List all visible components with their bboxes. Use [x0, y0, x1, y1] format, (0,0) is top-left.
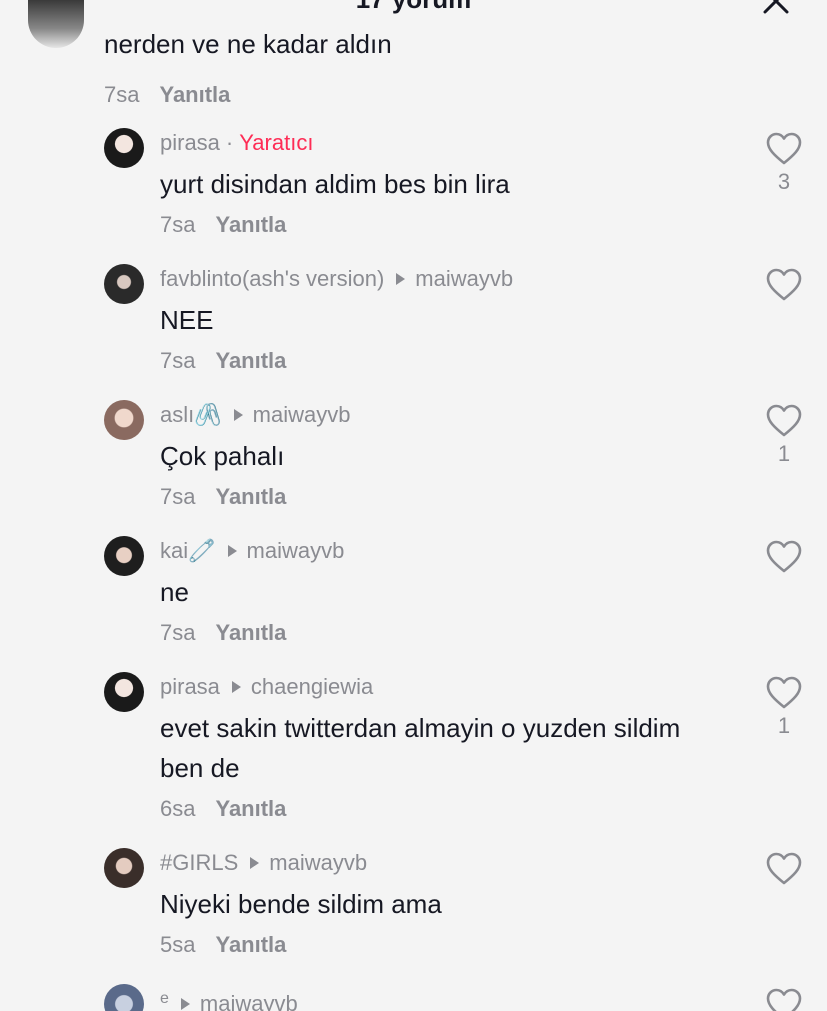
like-button[interactable]: [764, 268, 804, 304]
username-link[interactable]: #GIRLS: [160, 850, 238, 875]
username-link[interactable]: e: [160, 990, 169, 1007]
reply-to-username[interactable]: maiwayvb: [247, 538, 345, 563]
heart-icon: [766, 132, 802, 165]
reply-meta: 7sa Yanıtla: [160, 482, 720, 512]
reply-userline: kai🧷 maiwayvb: [160, 536, 720, 566]
username-link[interactable]: pirasa: [160, 674, 220, 699]
avatar[interactable]: [104, 536, 144, 576]
heart-icon: [766, 404, 802, 437]
username-link[interactable]: pirasa: [160, 130, 220, 155]
reply-userline: pirasa chaengiewia: [160, 672, 720, 702]
comments-panel: 17 yorum nerden ve ne kadar aldın 7sa Yan…: [0, 0, 827, 1011]
reply-userline: #GIRLS maiwayvb: [160, 848, 720, 878]
like-count: 1: [777, 713, 791, 738]
reply-to-username[interactable]: maiwayvb: [415, 266, 513, 291]
comment-time: 7sa: [160, 348, 196, 373]
avatar[interactable]: [104, 128, 144, 168]
reply-to-username[interactable]: maiwayvb: [253, 402, 351, 427]
comment-time: 7sa: [160, 620, 196, 645]
creator-badge: Yaratıcı: [239, 130, 314, 155]
comments-count-title: 17 yorum: [0, 0, 827, 15]
username-link[interactable]: favblinto(ash's version): [160, 266, 384, 291]
like-button[interactable]: 1: [764, 404, 804, 468]
reply-text: evet sakin twitterdan almayin o yuzden s…: [160, 713, 681, 783]
heart-icon: [766, 852, 802, 885]
reply-arrow-icon: [250, 857, 260, 869]
reply-button[interactable]: Yanıtla: [215, 212, 286, 237]
reply-text: ne: [160, 577, 189, 607]
reply-button[interactable]: Yanıtla: [159, 82, 230, 107]
separator-dot: ·: [225, 130, 234, 155]
like-button[interactable]: 3: [764, 132, 804, 196]
reply-meta: 7sa Yanıtla: [160, 618, 720, 648]
reply-text: NEE: [160, 305, 214, 335]
reply-to-username[interactable]: maiwayvb: [269, 850, 367, 875]
reply-userline: e maiwayvb: [160, 984, 720, 1011]
heart-icon: [766, 988, 802, 1011]
reply-arrow-icon: [180, 998, 190, 1010]
heart-icon: [766, 540, 802, 573]
reply-arrow-icon: [227, 545, 237, 557]
reply-button[interactable]: Yanıtla: [215, 796, 286, 821]
parent-comment-text: nerden ve ne kadar aldın: [104, 29, 392, 59]
heart-icon: [766, 268, 802, 301]
avatar[interactable]: [104, 400, 144, 440]
avatar[interactable]: [28, 0, 84, 48]
avatar[interactable]: [104, 672, 144, 712]
reply-userline: favblinto(ash's version) maiwayvb: [160, 264, 720, 294]
avatar[interactable]: [104, 984, 144, 1011]
comment-time: 7sa: [160, 212, 196, 237]
comment-time: 6sa: [160, 796, 196, 821]
close-button[interactable]: [761, 0, 791, 16]
reply-meta: 7sa Yanıtla: [160, 346, 720, 376]
username-link[interactable]: kai🧷: [160, 538, 216, 563]
avatar[interactable]: [104, 264, 144, 304]
reply-arrow-icon: [233, 409, 243, 421]
reply-text: yurt disindan aldim bes bin lira: [160, 169, 510, 199]
like-button[interactable]: [764, 540, 804, 576]
reply-to-username[interactable]: maiwayvb: [200, 991, 298, 1011]
reply-arrow-icon: [231, 681, 241, 693]
heart-icon: [766, 676, 802, 709]
like-button[interactable]: [764, 852, 804, 888]
reply-button[interactable]: Yanıtla: [215, 484, 286, 509]
like-button[interactable]: 1: [764, 676, 804, 740]
comment-time: 7sa: [160, 484, 196, 509]
reply-userline: pirasa · Yaratıcı: [160, 128, 720, 158]
reply-button[interactable]: Yanıtla: [215, 348, 286, 373]
reply-text: Niyeki bende sildim ama: [160, 889, 442, 919]
reply-button[interactable]: Yanıtla: [215, 932, 286, 957]
reply-to-username[interactable]: chaengiewia: [251, 674, 373, 699]
like-count: 3: [777, 169, 791, 194]
username-link[interactable]: aslı🖇️: [160, 402, 222, 427]
reply-meta: 6sa Yanıtla: [160, 794, 720, 824]
reply-userline: aslı🖇️ maiwayvb: [160, 400, 720, 430]
like-count: 1: [777, 441, 791, 466]
reply-meta: 5sa Yanıtla: [160, 930, 720, 960]
reply-button[interactable]: Yanıtla: [215, 620, 286, 645]
comment-time: 5sa: [160, 932, 196, 957]
avatar[interactable]: [104, 848, 144, 888]
reply-text: Çok pahalı: [160, 441, 285, 471]
like-button[interactable]: [764, 988, 804, 1011]
parent-comment-meta: 7sa Yanıtla: [104, 80, 230, 110]
comment-time: 7sa: [104, 82, 140, 107]
reply-arrow-icon: [396, 273, 406, 285]
reply-meta: 7sa Yanıtla: [160, 210, 720, 240]
close-icon: [763, 0, 789, 14]
